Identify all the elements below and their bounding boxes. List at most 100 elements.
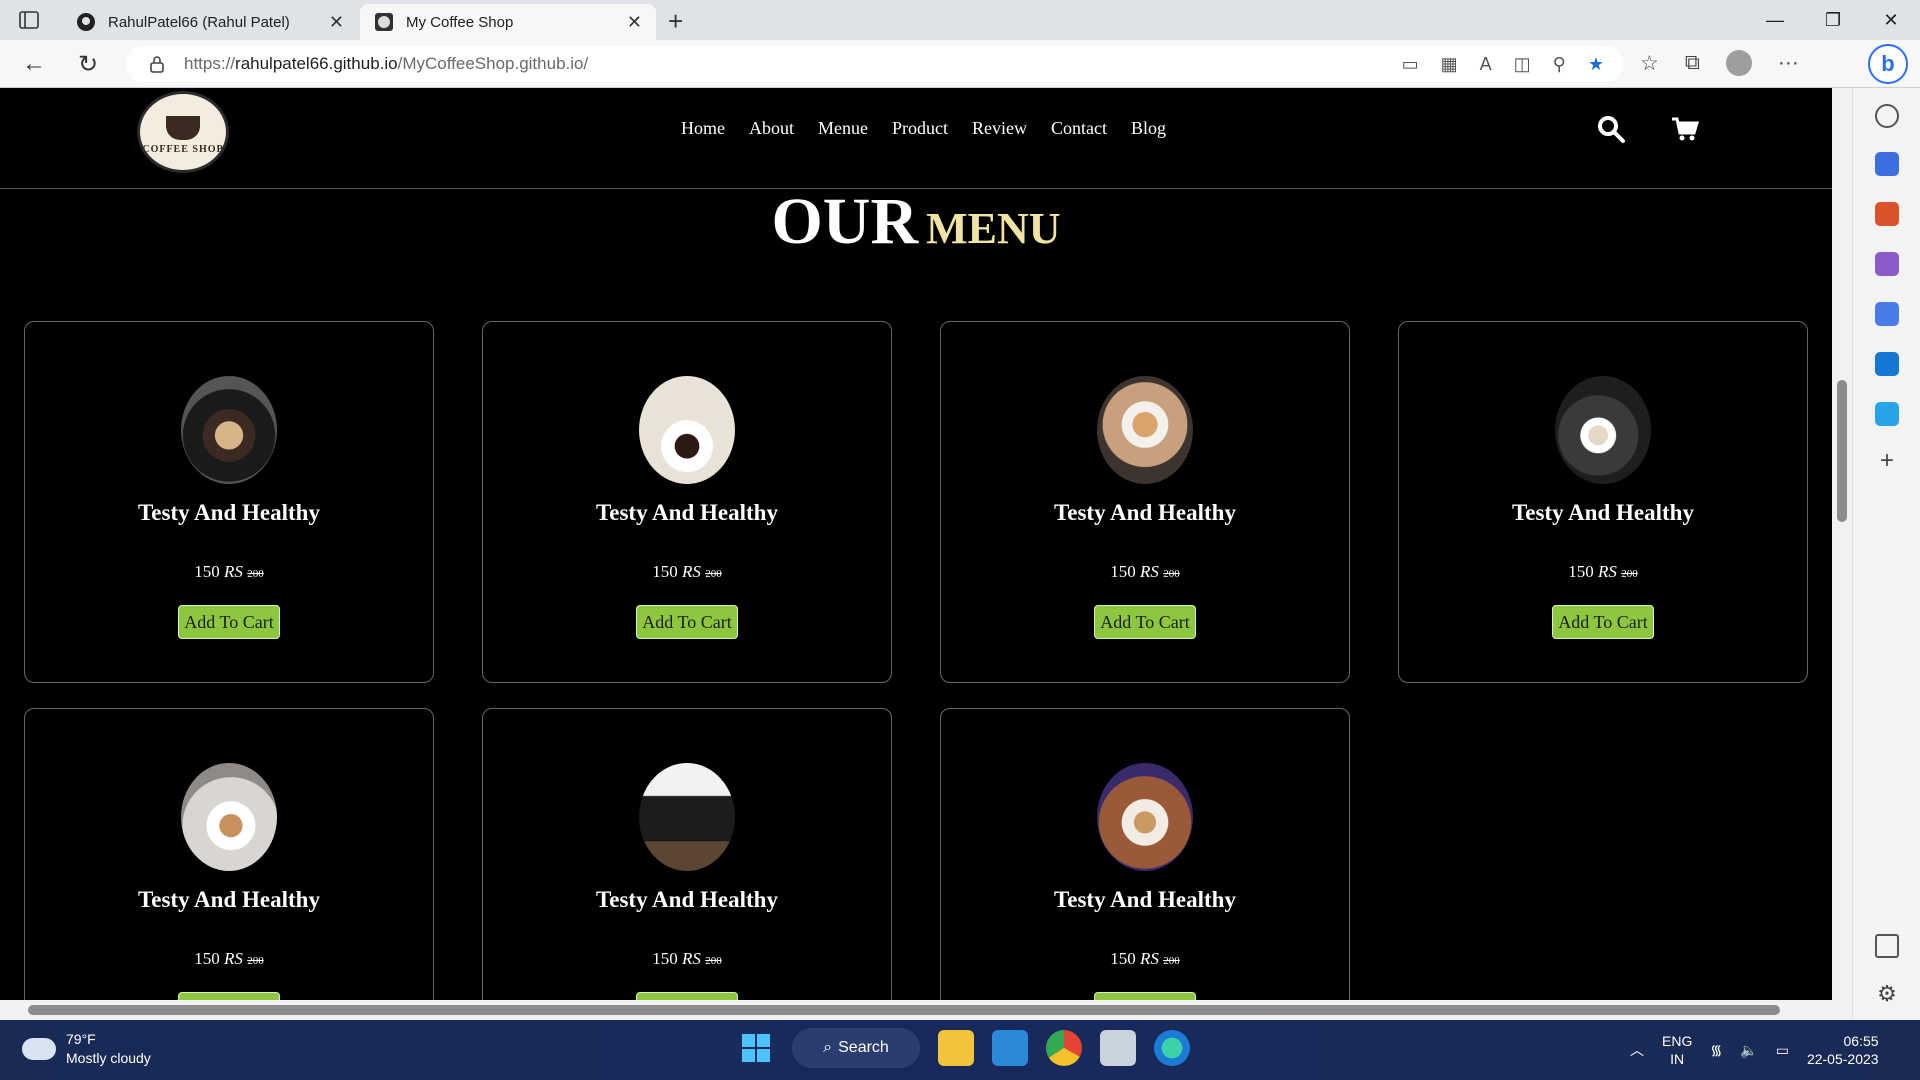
url-actions: ▭ ▦ A ◫ ⚲ ★ [1402,54,1604,75]
bing-icon[interactable]: b [1868,44,1908,84]
old-price: 200 [1163,955,1180,967]
file-explorer-icon[interactable] [938,1030,974,1066]
weather-condition: Mostly cloudy [66,1050,151,1066]
menu-card: Testy And Healthy 150 RS 200 Add To Cart [1398,321,1808,683]
favorite-star-icon[interactable]: ★ [1588,54,1604,75]
nav-contact[interactable]: Contact [1051,118,1107,139]
temperature: 79°F [66,1031,96,1047]
battery-icon[interactable]: ▭ [1776,1042,1789,1059]
taskbar-apps: ⌕ Search [738,1028,1190,1068]
address-bar-row: ← ↻ https://rahulpatel66.github.io/MyCof… [0,40,1920,88]
horizontal-scroll-thumb[interactable] [28,1005,1780,1015]
price-value: 150 [652,562,678,581]
chrome-icon[interactable] [1046,1030,1082,1066]
volume-icon[interactable]: 🔈 [1740,1042,1757,1059]
add-icon[interactable]: + [1875,449,1899,474]
vertical-scrollbar[interactable] [1832,88,1852,1000]
close-tab-icon[interactable]: ✕ [627,12,642,33]
section-title: OUR MENU [0,184,1832,260]
price-currency: RS [682,562,701,581]
back-icon[interactable]: ← [22,50,46,78]
outlook-icon[interactable] [1875,352,1899,376]
windows-start-icon[interactable] [738,1030,774,1066]
site-logo[interactable]: COFFEE SHOP [137,91,229,173]
settings-gear-icon[interactable]: ⚙ [1875,982,1899,1006]
date: 22-05-2023 [1806,1051,1879,1067]
url-scheme: https:// [184,54,236,73]
coffee-image [1097,376,1193,484]
taskbar-search-button[interactable]: ⌕ Search [792,1028,920,1068]
notepad-icon[interactable] [1100,1030,1136,1066]
sidebar-panel-icon[interactable] [1875,934,1899,958]
language-indicator[interactable]: ENG IN [1662,1032,1692,1068]
apps-icon[interactable]: ▦ [1441,54,1458,75]
nav-blog[interactable]: Blog [1131,118,1166,139]
add-to-cart-button[interactable]: Add To Cart [636,992,738,1000]
horizontal-scrollbar[interactable] [0,1000,1852,1020]
vertical-scroll-thumb[interactable] [1837,380,1847,522]
add-to-cart-button[interactable]: Add To Cart [178,992,280,1000]
tab-actions-icon[interactable] [18,9,40,31]
coffee-image [181,763,277,871]
zoom-icon[interactable]: ⚲ [1553,54,1566,75]
more-icon[interactable]: ··· [1778,51,1799,75]
card-price: 150 RS 200 [483,949,891,969]
price-value: 150 [194,949,220,968]
nav-about[interactable]: About [749,118,794,139]
chevron-up-icon[interactable]: ︿ [1630,1040,1644,1060]
search-icon: ⌕ [823,1039,833,1056]
collections-icon[interactable]: ⧉ [1685,51,1700,75]
close-window-icon[interactable]: ✕ [1862,0,1920,40]
search-icon[interactable] [1875,104,1899,128]
url-field[interactable]: https://rahulpatel66.github.io/MyCoffeeS… [126,46,1624,82]
add-to-cart-button[interactable]: Add To Cart [1094,605,1196,639]
coffee-shop-favicon-icon [375,13,393,31]
shopping-tag-icon[interactable] [1875,152,1899,176]
add-to-cart-button[interactable]: Add To Cart [1094,992,1196,1000]
add-to-cart-button[interactable]: Add To Cart [178,605,280,639]
new-tab-icon[interactable]: + [668,6,683,37]
card-title: Testy And Healthy [596,500,778,525]
edge-icon[interactable] [1154,1030,1190,1066]
menu-card: Testy And Healthy 150 RS 200 Add To Cart [940,708,1350,1000]
weather-widget[interactable]: 79°F Mostly cloudy [18,1030,151,1068]
card-title: Testy And Healthy [138,500,320,525]
cart-icon[interactable] [1670,114,1700,144]
read-aloud-icon[interactable]: A [1480,54,1492,75]
old-price: 200 [705,955,722,967]
search-icon[interactable] [1596,114,1626,144]
add-to-cart-button[interactable]: Add To Cart [636,605,738,639]
tools-icon[interactable] [1875,202,1899,226]
coffee-image [1097,763,1193,871]
games-icon[interactable] [1875,252,1899,276]
restore-icon[interactable]: ❐ [1804,0,1862,40]
clock[interactable]: 06:55 22-05-2023 [1807,1032,1879,1068]
favorites-icon[interactable]: ☆ [1640,51,1659,76]
send-icon[interactable] [1875,402,1899,426]
nav-home[interactable]: Home [681,118,725,139]
tab-coffee-shop[interactable]: My Coffee Shop ✕ [360,4,656,40]
card-price: 150 RS 200 [941,949,1349,969]
nav-menue[interactable]: Menue [818,118,868,139]
device-icon[interactable]: ▭ [1402,54,1419,75]
add-to-cart-button[interactable]: Add To Cart [1552,605,1654,639]
vscode-icon[interactable] [992,1030,1028,1066]
card-price: 150 RS 200 [25,562,433,582]
refresh-icon[interactable]: ↻ [78,50,98,79]
old-price: 200 [247,955,264,967]
price-value: 150 [194,562,220,581]
card-price: 150 RS 200 [941,562,1349,582]
microsoft-365-icon[interactable] [1875,302,1899,326]
minimize-icon[interactable]: — [1746,0,1804,40]
profile-avatar[interactable] [1725,50,1752,76]
title-word-menu: MENU [926,204,1061,253]
close-tab-icon[interactable]: ✕ [329,12,344,33]
card-title: Testy And Healthy [1054,500,1236,525]
nav-review[interactable]: Review [972,118,1027,139]
price-value: 150 [1568,562,1594,581]
wifi-icon[interactable]: ᯾ [1710,1041,1722,1060]
nav-product[interactable]: Product [892,118,948,139]
url-path: /MyCoffeeShop.github.io/ [397,54,589,73]
immersive-reader-icon[interactable]: ◫ [1514,54,1531,75]
tab-github[interactable]: RahulPatel66 (Rahul Patel) ✕ [62,4,358,40]
